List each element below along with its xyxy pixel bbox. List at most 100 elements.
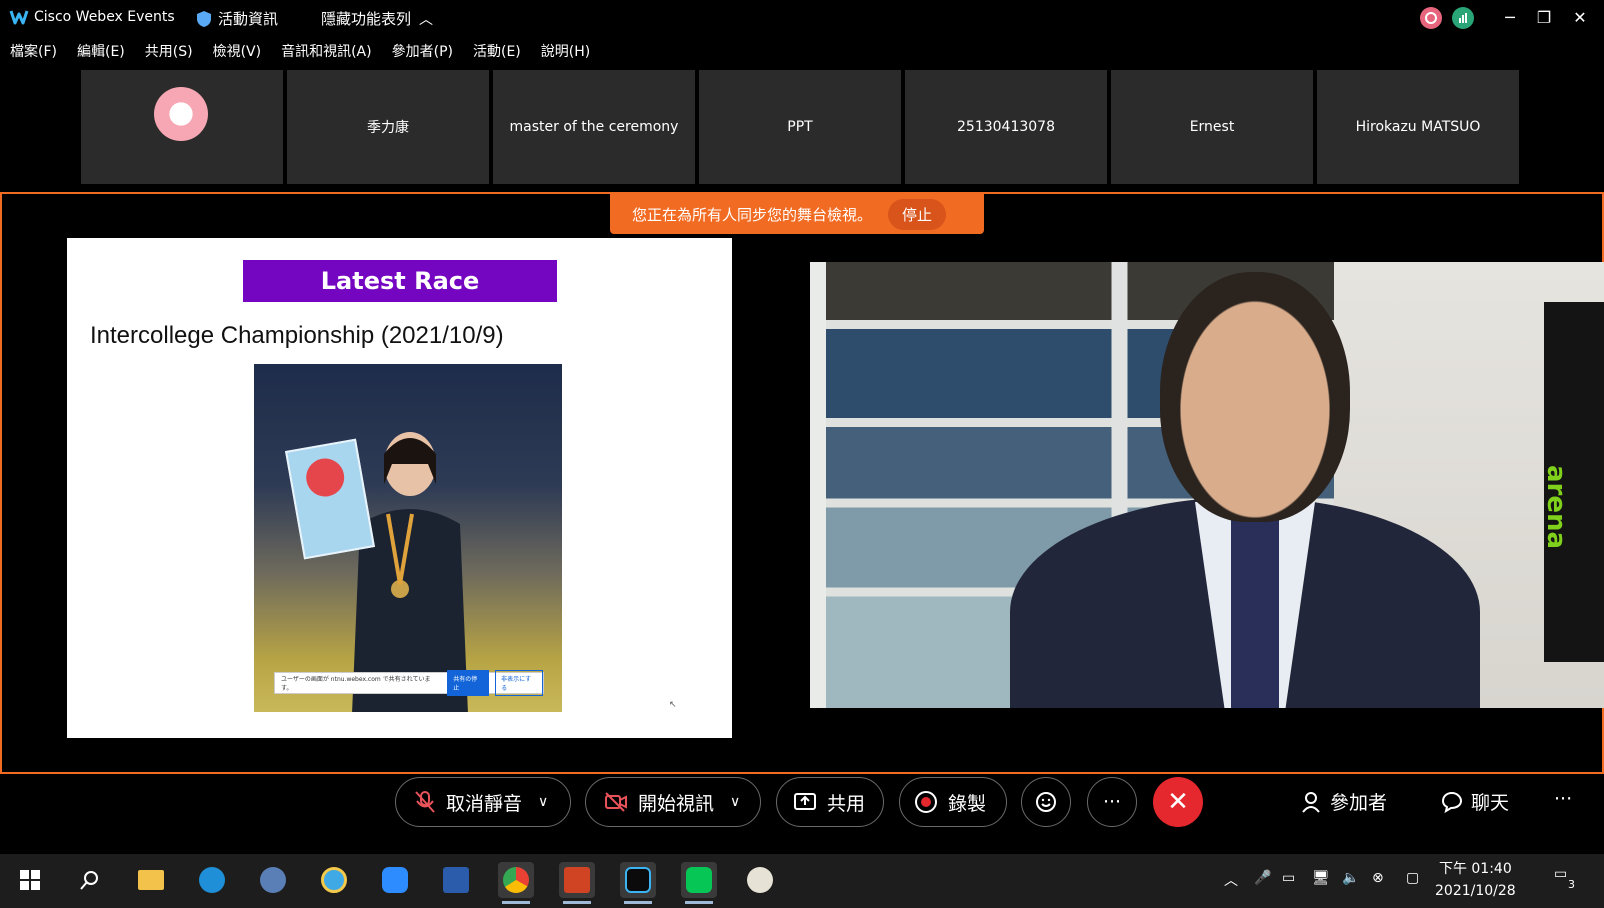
participant-tile[interactable]: PPT: [699, 70, 901, 184]
search-icon[interactable]: [72, 862, 108, 898]
battery-icon[interactable]: ▭: [1282, 870, 1295, 886]
participant-name: PPT: [787, 119, 813, 135]
participant-name: Hirokazu MATSUO: [1355, 119, 1481, 135]
event-info-button[interactable]: 活動資訊: [196, 8, 278, 29]
participant-name: Ernest: [1189, 119, 1235, 135]
more-options-button[interactable]: ···: [1087, 777, 1137, 827]
share-button[interactable]: 共用: [776, 777, 884, 827]
slide-header: Latest Race: [243, 260, 557, 302]
share-label: 共用: [827, 792, 866, 815]
menu-event[interactable]: 活動(E): [463, 40, 531, 64]
bag-brand-text: arena: [1540, 464, 1571, 550]
taskbar-clock[interactable]: 下午 01:40 2021/10/28: [1435, 858, 1516, 902]
windows-taskbar: ︿ 🎤 ▭ 🖥 🔈 ⊗ ▢ 下午 01:40 2021/10/28 ▭ 3: [0, 854, 1604, 908]
participant-tile[interactable]: 25130413078: [905, 70, 1107, 184]
chat-button[interactable]: 聊天: [1441, 788, 1509, 815]
menu-edit[interactable]: 編輯(E): [67, 40, 135, 64]
mic-muted-icon: [415, 791, 435, 813]
calculator-app-icon[interactable]: [255, 862, 291, 898]
shared-slide: Latest Race Intercollege Championship (2…: [67, 238, 732, 738]
line-app-icon[interactable]: [681, 862, 717, 904]
participant-tile[interactable]: 季力康: [287, 70, 489, 184]
chevron-up-icon: ︿: [419, 11, 434, 28]
menu-share[interactable]: 共用(S): [135, 40, 203, 64]
internet-explorer-icon[interactable]: [316, 862, 352, 898]
reactions-button[interactable]: [1021, 777, 1071, 827]
recording-status-icon[interactable]: [1420, 7, 1442, 29]
windows-start-icon[interactable]: [12, 862, 48, 898]
more-icon: ···: [1554, 788, 1573, 810]
stage-view: 您正在為所有人同步您的舞台檢視。 停止 Latest Race Intercol…: [0, 192, 1604, 774]
menu-participant[interactable]: 參加者(P): [382, 40, 463, 64]
menu-help[interactable]: 說明(H): [531, 40, 600, 64]
show-hidden-icons-icon[interactable]: ︿: [1224, 870, 1238, 890]
restore-button[interactable]: ❐: [1530, 4, 1558, 30]
end-meeting-button[interactable]: ✕: [1153, 777, 1203, 827]
menu-bar: 檔案(F) 編輯(E) 共用(S) 檢視(V) 音訊和視訊(A) 參加者(P) …: [0, 40, 600, 64]
chrome-icon[interactable]: [498, 862, 534, 904]
overflow-menu-button[interactable]: ···: [1554, 788, 1572, 810]
emoji-icon: [1036, 792, 1056, 812]
shield-icon: [197, 10, 211, 27]
menu-audio-video[interactable]: 音訊和視訊(A): [271, 40, 382, 64]
file-explorer-icon[interactable]: [133, 862, 169, 898]
minimize-button[interactable]: ─: [1496, 4, 1524, 30]
hide-menu-bar-label: 隱藏功能表列: [321, 10, 412, 28]
paint-icon[interactable]: [742, 862, 778, 898]
participant-strip: 季力康 master of the ceremony PPT 251304130…: [81, 70, 1519, 184]
title-bar: Cisco Webex Events 活動資訊 隱藏功能表列 ︿ ─ ❐ ✕: [0, 0, 1604, 36]
participants-button[interactable]: 參加者: [1302, 788, 1387, 815]
edge-icon[interactable]: [194, 862, 230, 898]
participants-label: 參加者: [1330, 792, 1388, 814]
record-button[interactable]: 錄製: [899, 777, 1007, 827]
participant-tile-avatar[interactable]: [81, 70, 283, 184]
chevron-down-icon[interactable]: ∨: [730, 794, 740, 810]
hide-menu-bar-button[interactable]: 隱藏功能表列 ︿: [321, 8, 433, 29]
participant-name: 季力康: [367, 120, 409, 136]
webex-logo-icon: [9, 10, 29, 25]
network-icon[interactable]: 🖥: [1312, 870, 1330, 886]
menu-view[interactable]: 檢視(V): [203, 40, 272, 64]
notification-count: 3: [1568, 878, 1575, 891]
share-stop-button: 共有の停止: [447, 670, 490, 696]
more-icon: ···: [1102, 791, 1122, 813]
start-video-button[interactable]: 開始視訊 ∨: [585, 777, 761, 827]
slide-photo: ユーザーの画面が ntnu.webex.com で共有されています。 共有の停止…: [254, 364, 562, 712]
share-hide-button: 非表示にする: [495, 670, 543, 696]
app-title: Cisco Webex Events: [34, 9, 175, 25]
participant-tile[interactable]: Hirokazu MATSUO: [1317, 70, 1519, 184]
close-button[interactable]: ✕: [1566, 4, 1594, 30]
record-icon: [915, 791, 937, 813]
zoom-icon[interactable]: [377, 862, 413, 898]
unmute-button[interactable]: 取消靜音 ∨: [395, 777, 571, 827]
participant-name: master of the ceremony: [509, 119, 679, 135]
video-off-icon: [605, 792, 627, 812]
stop-sync-button[interactable]: 停止: [888, 198, 947, 230]
participant-name: 25130413078: [957, 119, 1055, 135]
notification-center-icon[interactable]: ▭ 3: [1554, 866, 1575, 891]
share-icon: [794, 793, 816, 810]
participant-tile[interactable]: master of the ceremony: [493, 70, 695, 184]
word-icon[interactable]: [438, 862, 474, 898]
meeting-controls: 取消靜音 ∨ 開始視訊 ∨ 共用 錄製 ··· ✕ 參加者 聊天 ···: [0, 776, 1604, 832]
clock-date: 2021/10/28: [1435, 883, 1516, 899]
event-info-label: 活動資訊: [218, 10, 279, 28]
speaker-video: arena: [810, 262, 1604, 708]
record-label: 錄製: [948, 792, 987, 815]
close-icon: ✕: [1167, 787, 1189, 817]
menu-file[interactable]: 檔案(F): [0, 40, 67, 64]
webex-taskbar-icon[interactable]: [620, 862, 656, 904]
blocked-icon[interactable]: ⊗: [1372, 870, 1384, 886]
slide-subtitle: Intercollege Championship (2021/10/9): [90, 322, 504, 349]
powerpoint-icon[interactable]: [559, 862, 595, 904]
input-method-icon[interactable]: ▢: [1406, 870, 1419, 886]
microphone-icon[interactable]: 🎤: [1254, 870, 1271, 886]
cursor-icon: ↖: [669, 700, 677, 710]
network-status-icon[interactable]: [1452, 7, 1474, 29]
volume-icon[interactable]: 🔈: [1342, 870, 1359, 886]
speaker-head: [1160, 272, 1350, 522]
sync-stage-banner: 您正在為所有人同步您的舞台檢視。 停止: [610, 194, 984, 234]
participant-tile[interactable]: Ernest: [1111, 70, 1313, 184]
unmute-label: 取消靜音: [446, 792, 523, 815]
chevron-down-icon[interactable]: ∨: [538, 794, 548, 810]
